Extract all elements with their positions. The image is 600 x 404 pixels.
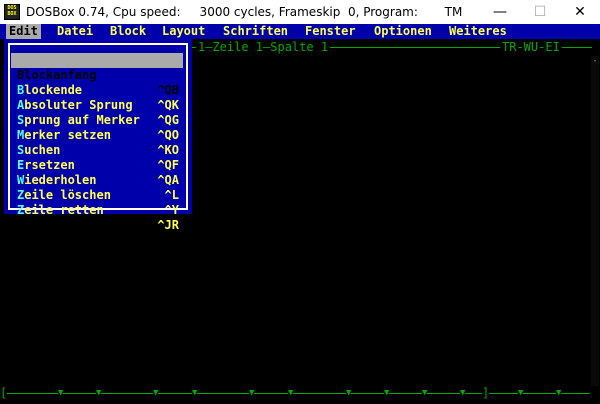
minimize-button[interactable]: —	[480, 0, 520, 24]
menu-optionen[interactable]: Optionen	[371, 24, 435, 39]
menu-block[interactable]: Block	[107, 24, 149, 39]
menu-fenster[interactable]: Fenster	[302, 24, 359, 39]
tab-stop-icon: ▼	[153, 386, 159, 400]
menu-edit[interactable]: Edit	[6, 24, 41, 39]
menu-item-zeile-retten[interactable]: Zeile retten ^JR	[11, 188, 183, 232]
menu-shortcut: ^Y	[164, 203, 179, 217]
menu-schriften[interactable]: Schriften	[220, 24, 291, 39]
window-title: DOSBox 0.74, Cpu speed: 3000 cycles, Fra…	[26, 5, 463, 19]
cursor-position: 1—Zeile 1—Spalte 1	[196, 40, 331, 54]
menu-item-blockanfang[interactable]: Blockanfang ^QB	[11, 53, 183, 97]
vertical-scrollbar[interactable]: ·	[591, 56, 599, 386]
menu-item-sprung-auf-merker[interactable]: Sprung auf Merker ^QO	[11, 98, 183, 142]
dos-screen[interactable]: Edit Datei Block Layout Schriften Fenste…	[0, 24, 600, 404]
tab-stop-icon: ▼	[518, 386, 524, 400]
window-titlebar: DOS BOX DOSBox 0.74, Cpu speed: 3000 cyc…	[0, 0, 600, 24]
editor-mode: TR-WU-EI	[500, 40, 562, 54]
tab-stop-icon: ▼	[346, 386, 352, 400]
menu-layout[interactable]: Layout	[159, 24, 208, 39]
menu-item-label: eile retten	[24, 203, 104, 217]
menu-weiteres[interactable]: Weiteres	[446, 24, 510, 39]
tab-ruler: [ ▼ ▼ ▼ ▼ ▼ ▼ ▼ ▼ ▼ ▼ ] ▼ ▼	[0, 386, 600, 400]
tab-stop-icon: ▼	[422, 386, 428, 400]
ruler-start: [	[0, 386, 8, 400]
dosbox-icon[interactable]: DOS BOX	[4, 4, 20, 20]
tab-stop-icon: ▼	[288, 386, 294, 400]
menu-item-absoluter-sprung[interactable]: Absoluter Sprung ^QG	[11, 83, 183, 127]
scroll-arrow-icon[interactable]: ·	[592, 56, 598, 67]
menu-item-wiederholen[interactable]: Wiederholen ^L	[11, 158, 183, 202]
menu-item-suchen[interactable]: Suchen ^QF	[11, 128, 183, 172]
menu-item-merker-setzen[interactable]: Merker setzen ^KO	[11, 113, 183, 157]
tab-stop-icon: ▼	[96, 386, 102, 400]
edit-menu: Blockanfang ^QB Blockende ^QK Absoluter …	[4, 39, 192, 232]
ruler-end: ]	[482, 386, 490, 400]
menu-item-blockende[interactable]: Blockende ^QK	[11, 68, 183, 112]
menu-bar: Edit Datei Block Layout Schriften Fenste…	[0, 24, 600, 39]
tab-stop-icon: ▼	[58, 386, 64, 400]
tab-stop-icon: ▼	[192, 386, 198, 400]
tab-stop-icon: ▼	[460, 386, 466, 400]
menu-item-zeile-loeschen[interactable]: Zeile löschen ^Y	[11, 173, 183, 217]
menu-item-ersetzen[interactable]: Ersetzen ^QA	[11, 143, 183, 187]
close-button[interactable]: ✕	[560, 0, 600, 24]
menu-shortcut: ^JR	[157, 218, 179, 232]
tab-stop-icon: ▼	[384, 386, 390, 400]
menu-datei[interactable]: Datei	[54, 24, 96, 39]
maximize-button[interactable]: ☐	[520, 0, 560, 24]
tab-stop-icon: ▼	[249, 386, 255, 400]
tab-stop-icon: ▼	[556, 386, 562, 400]
